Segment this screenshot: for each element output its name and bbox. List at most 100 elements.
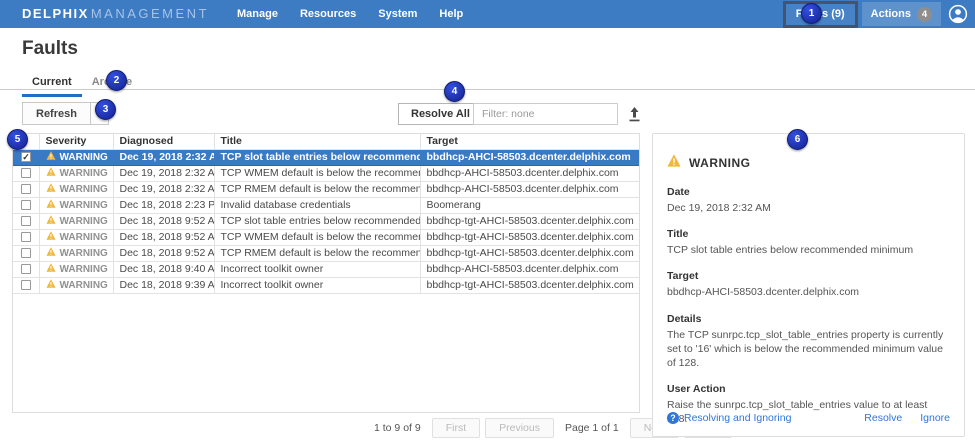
cell-diagnosed: Dec 18, 2018 2:23 PM (113, 197, 214, 213)
cell-diagnosed: Dec 19, 2018 2:32 AM (113, 181, 214, 197)
cell-title: TCP RMEM default is below the recommende… (214, 245, 420, 261)
main-nav: Manage Resources System Help (226, 8, 474, 20)
detail-user-action-label: User Action (667, 383, 950, 395)
cell-title: TCP slot table entries below recommended… (214, 213, 420, 229)
table-row[interactable]: WARNINGDec 19, 2018 2:32 AMTCP WMEM defa… (13, 165, 639, 181)
warning-icon (46, 279, 56, 291)
faults-table-body: WARNING Dec 19, 2018 2:32 AMTCP slot tabl… (13, 149, 639, 293)
detail-date-value: Dec 19, 2018 2:32 AM (667, 201, 950, 215)
table-row[interactable]: WARNINGDec 18, 2018 9:40 AMIncorrect too… (13, 261, 639, 277)
faults-table: Severity Diagnosed Title Target WARNINGD… (12, 133, 640, 413)
cell-diagnosed: Dec 18, 2018 9:52 AM (113, 229, 214, 245)
menu-help[interactable]: Help (428, 8, 474, 20)
annotation-badge-1: 1 (801, 3, 822, 24)
tabs-divider (0, 89, 975, 90)
cell-title: TCP WMEM default is below the recommende… (214, 229, 420, 245)
severity-label: WARNING (60, 280, 108, 291)
table-row[interactable]: WARNINGDec 19, 2018 2:32 AMTCP RMEM defa… (13, 181, 639, 197)
detail-target-section: Target bbdhcp-AHCI-58503.dcenter.delphix… (667, 270, 950, 299)
table-header-row: Severity Diagnosed Title Target (13, 134, 639, 149)
detail-title-section: Title TCP slot table entries below recom… (667, 228, 950, 257)
row-checkbox[interactable] (21, 232, 31, 242)
severity-label: WARNING (60, 232, 108, 243)
detail-details-label: Details (667, 313, 950, 325)
row-checkbox[interactable] (21, 184, 31, 194)
severity-label: WARNING (60, 200, 108, 211)
resolve-link[interactable]: Resolve (864, 412, 902, 424)
column-header-title[interactable]: Title (214, 134, 420, 149)
warning-icon (667, 154, 681, 172)
fault-detail-panel: WARNING Date Dec 19, 2018 2:32 AM Title … (652, 133, 965, 437)
detail-details-section: Details The TCP sunrpc.tcp_slot_table_en… (667, 313, 950, 371)
cell-diagnosed: Dec 18, 2018 9:52 AM (113, 245, 214, 261)
actions-button-label: Actions (871, 8, 911, 20)
annotation-badge-5: 5 (7, 129, 28, 150)
brand-logo: DELPHIXMANAGEMENT (22, 5, 209, 23)
cell-title: Invalid database credentials (214, 197, 420, 213)
refresh-button[interactable]: Refresh (22, 102, 90, 125)
cell-diagnosed: Dec 18, 2018 9:52 AM (113, 213, 214, 229)
faults-screen: DELPHIXMANAGEMENT Manage Resources Syste… (0, 0, 975, 441)
table-row[interactable]: WARNING Dec 18, 2018 9:52 AMTCP WMEM defa… (13, 229, 639, 245)
warning-icon (46, 247, 56, 259)
severity-label: WARNING (60, 168, 108, 179)
cell-title: Incorrect toolkit owner (214, 261, 420, 277)
annotation-badge-6: 6 (787, 129, 808, 150)
cell-target: bbdhcp-tgt-AHCI-58503.dcenter.delphix.co… (420, 277, 639, 293)
warning-icon (46, 151, 56, 163)
cell-title: TCP RMEM default is below the recommende… (214, 181, 420, 197)
row-checkbox[interactable] (21, 280, 31, 290)
detail-header: WARNING (667, 154, 950, 172)
topbar: DELPHIXMANAGEMENT Manage Resources Syste… (0, 0, 975, 28)
resolve-all-button[interactable]: Resolve All (398, 103, 483, 125)
column-header-diagnosed[interactable]: Diagnosed (113, 134, 214, 149)
table-row[interactable]: WARNINGDec 19, 2018 2:32 AMTCP slot tabl… (13, 149, 639, 165)
table-row[interactable]: WARNINGDec 18, 2018 9:52 AMTCP RMEM defa… (13, 245, 639, 261)
row-checkbox[interactable] (21, 168, 31, 178)
previous-page-button[interactable]: Previous (485, 418, 554, 438)
warning-icon (46, 263, 56, 275)
severity-label: WARNING (60, 152, 108, 163)
warning-icon (46, 215, 56, 227)
cell-target: bbdhcp-AHCI-58503.dcenter.delphix.com (420, 181, 639, 197)
page-indicator: Page 1 of 1 (559, 422, 625, 434)
cell-title: TCP WMEM default is below the recommende… (214, 165, 420, 181)
detail-severity: WARNING (689, 156, 751, 170)
pagination-range: 1 to 9 of 9 (368, 422, 427, 434)
filter-input[interactable] (473, 103, 618, 125)
row-checkbox[interactable] (21, 216, 31, 226)
menu-manage[interactable]: Manage (226, 8, 289, 20)
detail-details-value: The TCP sunrpc.tcp_slot_table_entries pr… (667, 328, 950, 371)
cell-target: Boomerang (420, 197, 639, 213)
cell-title: Incorrect toolkit owner (214, 277, 420, 293)
menu-resources[interactable]: Resources (289, 8, 367, 20)
actions-button[interactable]: Actions 4 (862, 2, 941, 26)
menu-system[interactable]: System (367, 8, 428, 20)
user-avatar-icon[interactable] (947, 3, 969, 25)
export-icon[interactable] (625, 104, 643, 124)
row-checkbox[interactable] (21, 152, 31, 162)
detail-title-value: TCP slot table entries below recommended… (667, 243, 950, 257)
resolving-ignoring-link[interactable]: ? Resolving and Ignoring (667, 412, 791, 424)
actions-count-badge: 4 (917, 7, 932, 22)
column-header-target[interactable]: Target (420, 134, 639, 149)
table-row[interactable]: WARNINGDec 18, 2018 9:52 AMTCP slot tabl… (13, 213, 639, 229)
row-checkbox[interactable] (21, 248, 31, 258)
cell-target: bbdhcp-AHCI-58503.dcenter.delphix.com (420, 149, 639, 165)
detail-date-label: Date (667, 186, 950, 198)
tab-current[interactable]: Current (22, 72, 82, 97)
table-row[interactable]: WARNING Dec 18, 2018 9:39 AMIncorrect too… (13, 277, 639, 293)
ignore-link[interactable]: Ignore (920, 412, 950, 424)
detail-target-label: Target (667, 270, 950, 282)
cell-target: bbdhcp-tgt-AHCI-58503.dcenter.delphix.co… (420, 245, 639, 261)
first-page-button[interactable]: First (432, 418, 480, 438)
cell-diagnosed: Dec 18, 2018 9:39 AM (113, 277, 214, 293)
row-checkbox[interactable] (21, 264, 31, 274)
cell-title: TCP slot table entries below recommended… (214, 149, 420, 165)
detail-title-label: Title (667, 228, 950, 240)
table-row[interactable]: WARNING Dec 18, 2018 2:23 PMInvalid datab… (13, 197, 639, 213)
annotation-badge-4: 4 (444, 81, 465, 102)
row-checkbox[interactable] (21, 200, 31, 210)
column-header-severity[interactable]: Severity (39, 134, 113, 149)
warning-icon (46, 199, 56, 211)
